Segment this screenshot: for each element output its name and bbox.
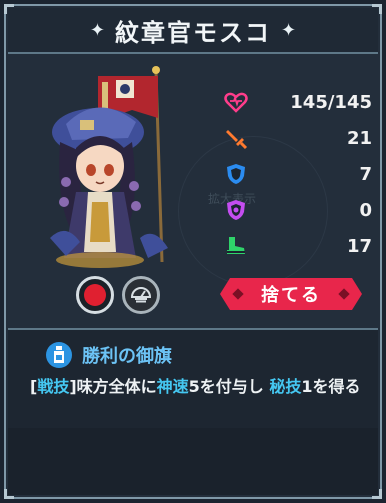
unit-overview: 拡大表示 145/145 21 7 0 17 捨てる	[8, 56, 378, 328]
sparkle-icon: ✦	[281, 19, 297, 41]
speed-value: 17	[346, 235, 372, 257]
heart-icon	[224, 92, 248, 113]
skill-description: [戦技]味方全体に神速5を付与し 秘技1を得る	[30, 376, 370, 398]
stat-row-speed: 17	[220, 228, 380, 264]
stat-row-attack: 21	[220, 120, 380, 156]
potion-glyph	[54, 346, 64, 363]
skill-name: 勝利の御旗	[82, 346, 172, 367]
sword-icon	[226, 130, 248, 150]
empty-footer	[8, 428, 378, 495]
stat-row-defense: 7	[220, 156, 380, 192]
sparkle-icon: ✦	[89, 19, 105, 41]
skill-section: 勝利の御旗 [戦技]味方全体に神速5を付与し 秘技1を得る	[8, 328, 378, 428]
shield-icon	[227, 164, 245, 184]
card-panel: ✦ 紋章官モスコ ✦ 拡大表示 145/145 21 7 0 17 捨てる 勝利…	[4, 4, 382, 499]
skill-header: 勝利の御旗	[46, 342, 172, 368]
attack-value: 21	[346, 127, 372, 149]
magic-value: 0	[359, 199, 372, 221]
desc-text: 5を付与し	[188, 377, 270, 396]
defense-value: 7	[359, 163, 372, 185]
hp-value: 145/145	[290, 91, 372, 113]
title-bar: ✦ 紋章官モスコ ✦	[8, 8, 378, 54]
desc-keyword: 秘技	[269, 377, 302, 396]
discard-label: 捨てる	[261, 285, 321, 306]
discard-button[interactable]: 捨てる	[220, 278, 362, 310]
diamond-icon	[232, 288, 243, 299]
potion-icon	[46, 342, 72, 368]
record-button[interactable]	[76, 276, 114, 314]
gauge-icon	[130, 287, 152, 303]
boot-icon	[227, 237, 245, 254]
diamond-icon	[338, 288, 349, 299]
gauge-button[interactable]	[122, 276, 160, 314]
unit-name: 紋章官モスコ	[115, 18, 271, 47]
desc-keyword: 神速	[156, 377, 189, 396]
desc-tag: 戦技	[37, 377, 70, 396]
stat-list: 145/145 21 7 0 17	[220, 84, 380, 264]
desc-text: ]味方全体に	[69, 377, 157, 396]
magic-shield-icon	[227, 200, 245, 220]
record-dot-icon	[84, 284, 106, 306]
character-portrait[interactable]	[36, 62, 186, 272]
desc-text: 1を得る	[301, 377, 361, 396]
stat-row-hp: 145/145	[220, 84, 380, 120]
stat-row-magic: 0	[220, 192, 380, 228]
